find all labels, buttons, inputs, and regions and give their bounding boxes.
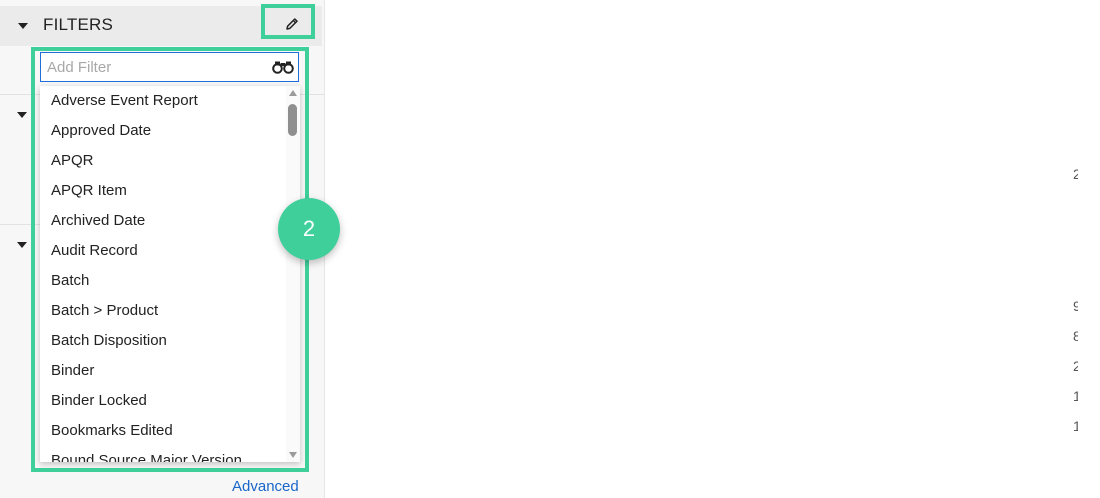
pencil-icon: [286, 18, 298, 30]
count-value: 9: [1073, 300, 1078, 312]
edit-filters-button[interactable]: [261, 4, 315, 39]
count-value: 1: [1073, 390, 1078, 402]
step-number-badge: 2: [278, 198, 340, 260]
count-value: 1: [1073, 420, 1078, 432]
filters-title: FILTERS: [43, 15, 114, 34]
collapse-caret-icon[interactable]: [18, 23, 28, 29]
count-value: 2: [1073, 168, 1078, 180]
section-collapse-icon[interactable]: [17, 242, 27, 248]
count-value: 2: [1073, 360, 1078, 372]
step-highlight-frame: [31, 47, 309, 472]
count-value: 8: [1073, 330, 1078, 342]
advanced-link[interactable]: Advanced: [232, 478, 299, 496]
section-collapse-icon[interactable]: [17, 112, 27, 118]
